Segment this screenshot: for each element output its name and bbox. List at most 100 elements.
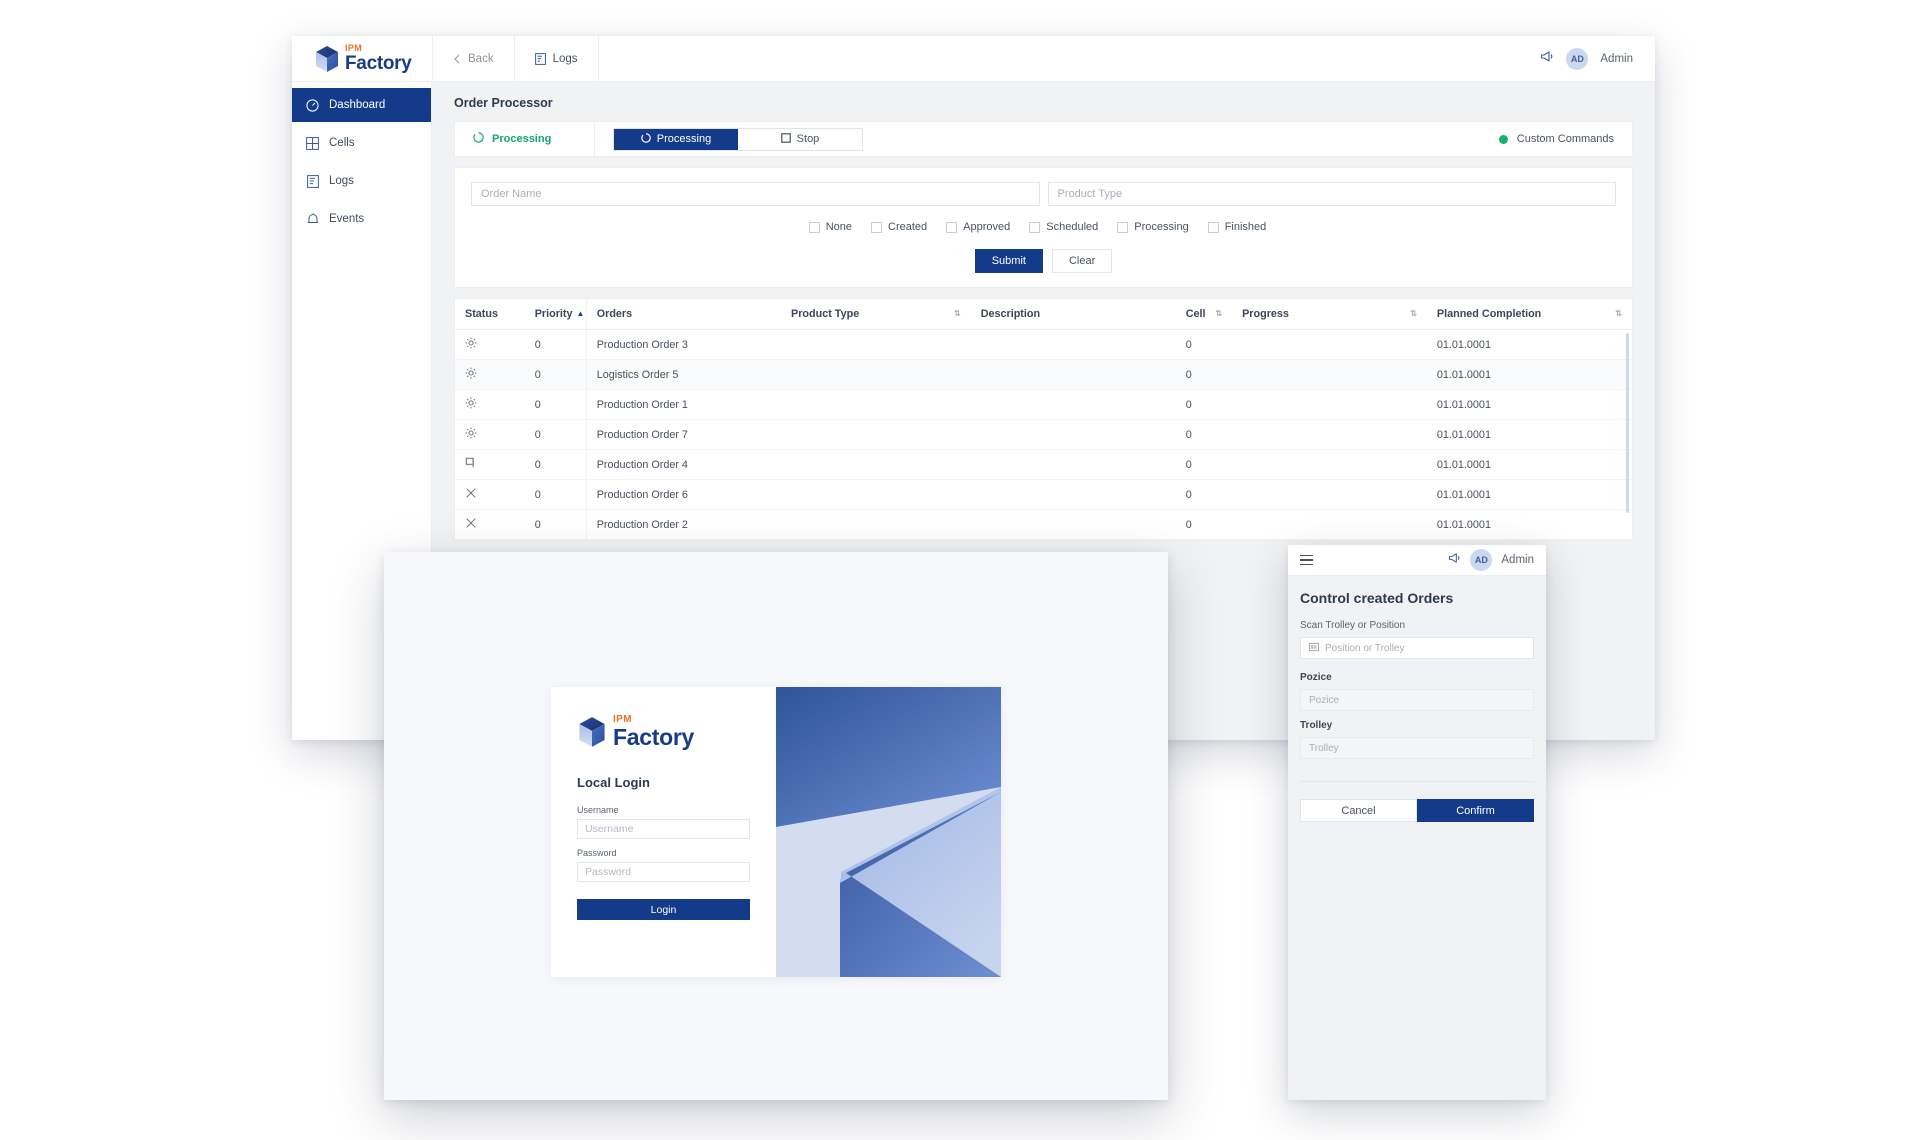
- sidebar-item-label: Dashboard: [329, 99, 386, 111]
- table-row[interactable]: 0 Logistics Order 5 0 01.01.0001: [455, 359, 1632, 390]
- cell-product-type: [781, 479, 971, 510]
- barcode-scan-icon: [1309, 642, 1319, 655]
- cell-order: Production Order 2: [585, 509, 782, 540]
- back-button[interactable]: Back: [432, 35, 515, 82]
- cell-progress: [1232, 419, 1427, 450]
- col-progress[interactable]: Progress ⇅: [1232, 299, 1427, 330]
- checkbox-scheduled[interactable]: Scheduled: [1029, 221, 1098, 233]
- gear-icon: [465, 397, 477, 409]
- cell-order: Production Order 3: [585, 329, 782, 360]
- topbar-nav: Back Logs: [432, 35, 1540, 82]
- dashboard-icon: [306, 98, 319, 112]
- hamburger-menu-icon[interactable]: [1300, 554, 1313, 566]
- table-vertical-scrollbar[interactable]: [1626, 333, 1629, 513]
- table-row[interactable]: 0 Production Order 1 0 01.01.0001: [455, 389, 1632, 420]
- cell-description: [970, 479, 1176, 510]
- checkbox-finished[interactable]: Finished: [1207, 221, 1266, 233]
- cell-progress: [1232, 479, 1427, 510]
- col-label: Description: [980, 308, 1041, 320]
- product-type-input[interactable]: [1047, 182, 1616, 206]
- table-row[interactable]: 0 Production Order 3 0 01.01.0001: [455, 329, 1632, 360]
- square-stop-icon: [780, 132, 791, 146]
- cell-product-type: [781, 509, 971, 540]
- megaphone-icon[interactable]: [1448, 551, 1461, 569]
- col-priority[interactable]: Priority ▲: [524, 299, 587, 330]
- tab-logs[interactable]: Logs: [515, 35, 599, 82]
- topbar-right: AD Admin: [1540, 36, 1655, 82]
- processor-segmented-control: Processing Stop: [613, 127, 863, 151]
- cell-status: [455, 329, 525, 360]
- cell-cell: 0: [1175, 449, 1233, 480]
- order-name-input[interactable]: [471, 182, 1040, 206]
- table-row[interactable]: 0 Production Order 2 0 01.01.0001: [455, 509, 1632, 540]
- cell-description: [970, 329, 1176, 360]
- table-header-row: Status Priority ▲ Orders Product Type ⇅ …: [455, 299, 1632, 330]
- processor-toolbar: Processing Processing Stop Custom Comman…: [454, 121, 1633, 157]
- table-row[interactable]: 0 Production Order 6 0 01.01.0001: [455, 479, 1632, 510]
- avatar[interactable]: AD: [1566, 47, 1589, 70]
- clear-button[interactable]: Clear: [1051, 249, 1113, 273]
- cell-progress: [1232, 329, 1427, 360]
- cell-product-type: [781, 359, 971, 390]
- megaphone-icon[interactable]: [1540, 50, 1554, 68]
- cell-priority: 0: [524, 509, 587, 540]
- sidebar-item-logs[interactable]: Logs: [292, 164, 431, 198]
- trolley-field-label: Trolley: [1300, 720, 1333, 731]
- login-card: IPM Factory Local Login Username Passwor…: [551, 687, 1001, 977]
- table-row[interactable]: 0 Production Order 7 0 01.01.0001: [455, 419, 1632, 450]
- filter-inputs-row: [471, 182, 1616, 206]
- table-row[interactable]: 0 Production Order 4 0 01.01.0001: [455, 449, 1632, 480]
- sidebar-item-events[interactable]: Events: [292, 202, 431, 236]
- checkbox-approved[interactable]: Approved: [946, 221, 1010, 233]
- sidebar-item-label: Cells: [329, 137, 355, 149]
- checkbox-box-icon: [1117, 221, 1129, 233]
- login-window: IPM Factory Local Login Username Passwor…: [384, 552, 1168, 1100]
- checkbox-label: Created: [888, 221, 928, 233]
- cell-progress: [1232, 509, 1427, 540]
- cell-progress: [1232, 359, 1427, 390]
- col-label: Orders: [596, 308, 633, 320]
- segment-processing[interactable]: Processing: [614, 128, 738, 150]
- cell-cell: 0: [1175, 479, 1233, 510]
- checkbox-processing[interactable]: Processing: [1117, 221, 1189, 233]
- avatar[interactable]: AD: [1470, 549, 1493, 571]
- scan-field-label: Scan Trolley or Position: [1300, 620, 1406, 631]
- cell-planned: 01.01.0001: [1426, 419, 1632, 450]
- col-planned-completion[interactable]: Planned Completion ⇅: [1426, 299, 1632, 330]
- sidebar-item-dashboard[interactable]: Dashboard: [292, 88, 431, 122]
- scan-input[interactable]: Position or Trolley: [1300, 637, 1534, 659]
- col-label: Cell: [1185, 308, 1206, 320]
- checkbox-label: None: [825, 221, 853, 233]
- checkbox-box-icon: [946, 221, 958, 233]
- cell-order: Production Order 1: [585, 389, 782, 420]
- control-panel-divider: [1300, 781, 1534, 782]
- filter-panel: None Created Approved Scheduled: [454, 167, 1633, 288]
- sidebar-item-cells[interactable]: Cells: [292, 126, 431, 160]
- cell-priority: 0: [524, 419, 587, 450]
- gear-icon: [465, 427, 477, 439]
- sort-icon: ⇅: [953, 309, 961, 318]
- checkbox-created[interactable]: Created: [871, 221, 927, 233]
- confirm-button[interactable]: Confirm: [1417, 799, 1534, 822]
- app-brand-logo: IPM Factory: [292, 36, 432, 82]
- custom-commands[interactable]: Custom Commands: [1498, 133, 1630, 145]
- col-label: Product Type: [791, 308, 860, 320]
- login-button[interactable]: Login: [577, 899, 750, 920]
- cell-status: [455, 509, 525, 540]
- col-cell[interactable]: Cell ⇅: [1175, 299, 1233, 330]
- checkbox-none[interactable]: None: [808, 221, 853, 233]
- login-artwork: [776, 687, 1001, 977]
- cancel-button[interactable]: Cancel: [1300, 799, 1417, 822]
- password-input[interactable]: [577, 862, 750, 882]
- submit-button[interactable]: Submit: [974, 249, 1043, 273]
- events-bell-icon: [306, 213, 319, 226]
- pozice-input[interactable]: Pozice: [1300, 689, 1534, 711]
- segment-stop[interactable]: Stop: [738, 128, 862, 150]
- pozice-field-label: Pozice: [1300, 672, 1332, 683]
- col-product-type[interactable]: Product Type ⇅: [781, 299, 971, 330]
- cell-status: [455, 419, 525, 450]
- trolley-input[interactable]: Trolley: [1300, 737, 1534, 759]
- username-input[interactable]: [577, 819, 750, 839]
- brand-name-label: Factory: [613, 724, 694, 750]
- cell-product-type: [781, 329, 971, 360]
